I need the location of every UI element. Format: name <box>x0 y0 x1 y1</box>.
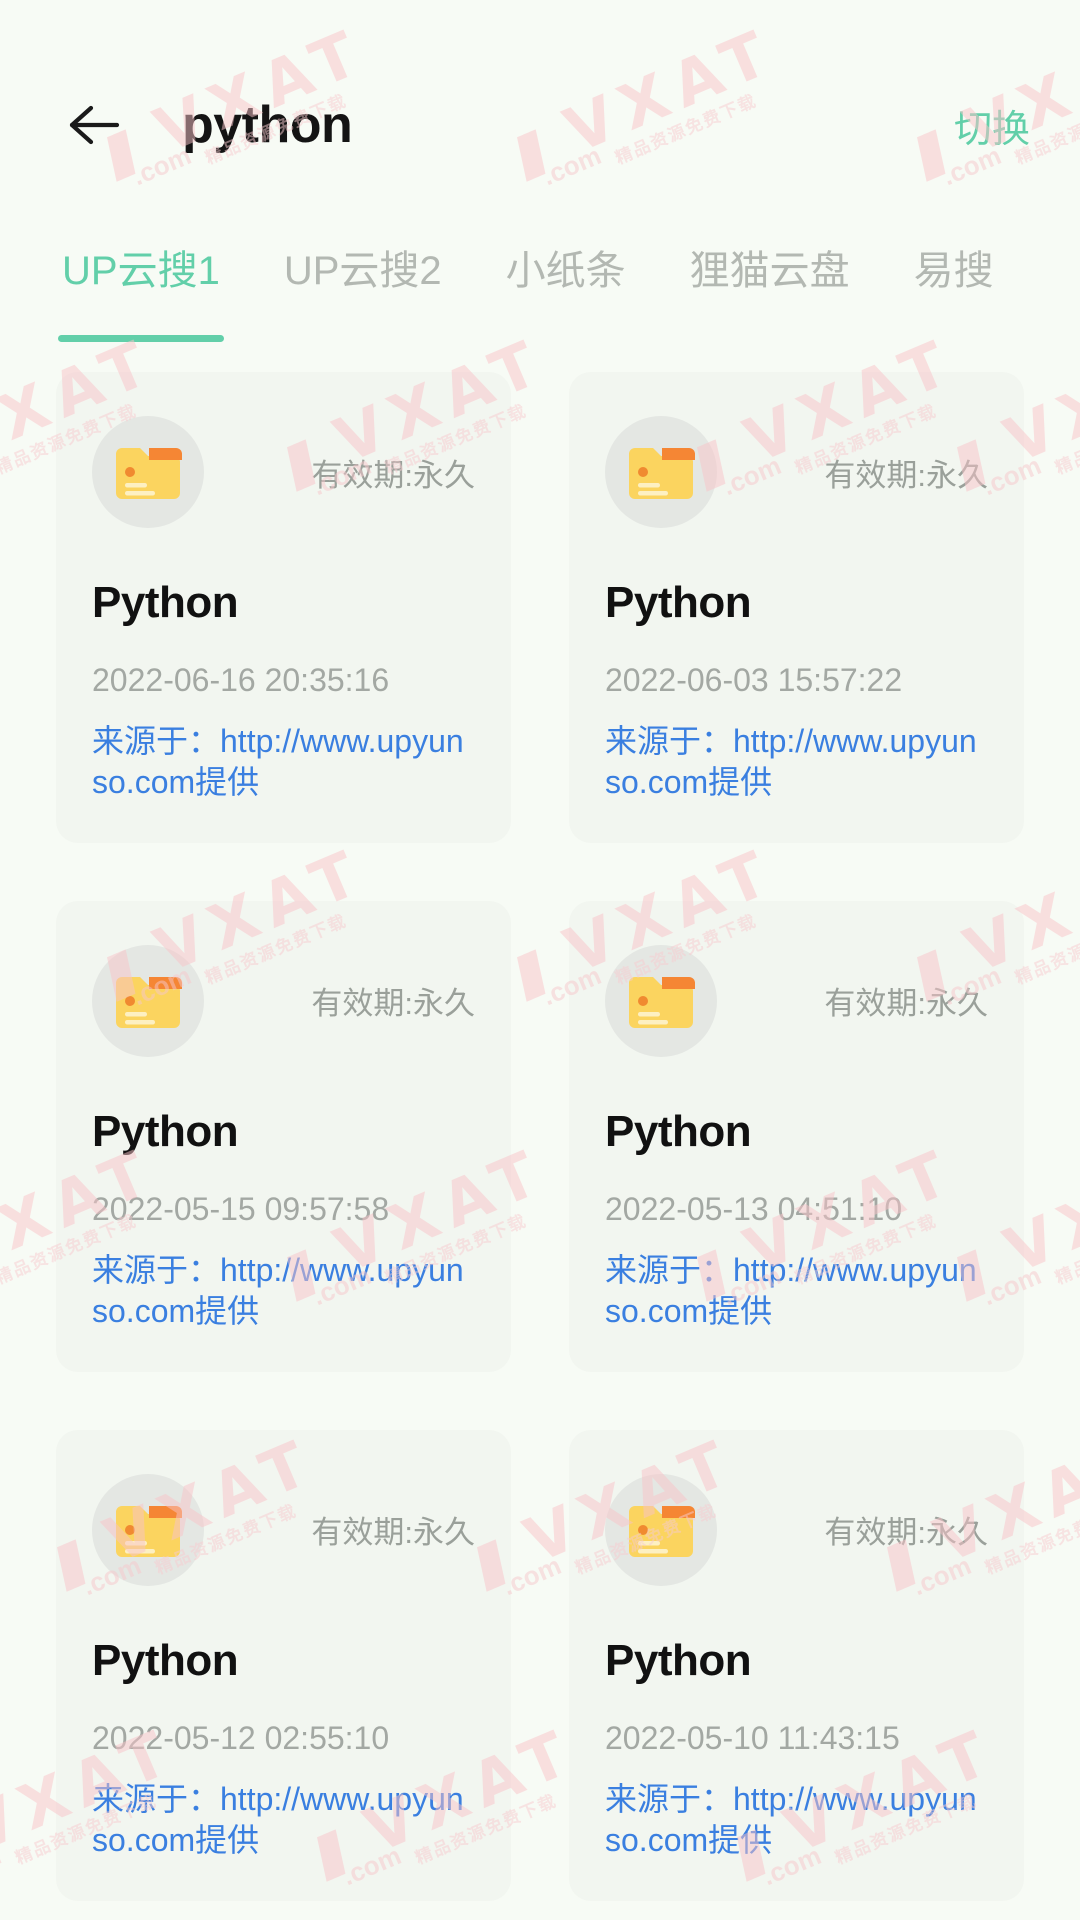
card-date: 2022-05-13 04:51:10 <box>605 1190 903 1227</box>
validity-label: 有效期:永久 <box>311 457 475 493</box>
tab-label: 狸猫云盘 <box>689 250 850 293</box>
tab-3[interactable]: 狸猫云盘 <box>658 250 882 360</box>
result-card[interactable]: 有效期:永久 Python 2022-06-16 20:35:16 来源于：http:… <box>56 372 511 843</box>
card-title: Python <box>92 1635 239 1685</box>
card-date: 2022-05-12 02:55:10 <box>92 1719 390 1756</box>
validity-label: 有效期:永久 <box>824 1515 988 1551</box>
folder-icon <box>92 944 204 1057</box>
tab-1[interactable]: UP云搜2 <box>252 250 474 360</box>
folder-icon <box>92 1473 204 1586</box>
card-header-row: 有效期:永久 <box>605 416 988 528</box>
card-header-row: 有效期:永久 <box>92 1473 475 1586</box>
card-date: 2022-05-10 11:43:15 <box>605 1719 900 1756</box>
tab-0[interactable]: UP云搜1 <box>30 250 252 360</box>
card-source-link[interactable]: 来源于：http://www.upyunso.com提供 <box>92 721 475 803</box>
card-source-link[interactable]: 来源于：http://www.upyunso.com提供 <box>605 721 988 803</box>
tab-2[interactable]: 小纸条 <box>474 250 658 360</box>
tab-label: UP云搜2 <box>283 250 442 293</box>
card-date: 2022-05-15 09:57:58 <box>92 1190 390 1227</box>
card-source-link[interactable]: 来源于：http://www.upyunso.com提供 <box>92 1779 475 1861</box>
folder-icon <box>605 944 717 1057</box>
card-title: Python <box>605 1635 752 1685</box>
card-title: Python <box>92 578 239 627</box>
tab-label: 易搜 <box>913 250 994 293</box>
tab-active-underline <box>502 335 630 342</box>
card-title: Python <box>605 1106 752 1156</box>
page-title: python <box>182 96 353 154</box>
tab-label: UP云搜1 <box>62 250 220 293</box>
tab-active-underline <box>58 335 224 342</box>
validity-label: 有效期:永久 <box>824 457 988 493</box>
tab-active-underline <box>686 335 854 342</box>
card-header-row: 有效期:永久 <box>92 944 475 1057</box>
folder-icon <box>605 1473 717 1586</box>
app-header: python 切换 <box>0 0 1080 250</box>
back-button[interactable] <box>56 88 130 162</box>
card-title: Python <box>92 1106 239 1156</box>
switch-button[interactable]: 切换 <box>950 88 1034 163</box>
validity-label: 有效期:永久 <box>311 986 475 1022</box>
tab-4[interactable]: 易搜 <box>882 250 1026 360</box>
card-header-row: 有效期:永久 <box>605 1473 988 1586</box>
tab-active-underline <box>280 335 446 342</box>
result-card[interactable]: 有效期:永久 Python 2022-05-12 02:55:10 来源于：http:… <box>56 1429 511 1901</box>
arrow-left-icon <box>65 102 121 148</box>
result-card[interactable]: 有效期:永久 Python 2022-05-15 09:57:58 来源于：http:… <box>56 900 511 1372</box>
card-header-row: 有效期:永久 <box>92 416 475 528</box>
results-grid: 有效期:永久 Python 2022-06-16 20:35:16 来源于：http:… <box>0 360 1080 1901</box>
folder-icon <box>92 416 204 528</box>
tab-label: 小纸条 <box>505 250 626 293</box>
card-date: 2022-06-03 15:57:22 <box>605 662 903 698</box>
card-source-link[interactable]: 来源于：http://www.upyunso.com提供 <box>605 1250 988 1332</box>
validity-label: 有效期:永久 <box>824 986 988 1022</box>
result-card[interactable]: 有效期:永久 Python 2022-05-10 11:43:15 来源于：http:… <box>569 1429 1024 1901</box>
card-source-link[interactable]: 来源于：http://www.upyunso.com提供 <box>605 1779 988 1861</box>
validity-label: 有效期:永久 <box>311 1515 475 1551</box>
result-card[interactable]: 有效期:永久 Python 2022-06-03 15:57:22 来源于：http:… <box>569 372 1024 843</box>
result-card[interactable]: 有效期:永久 Python 2022-05-13 04:51:10 来源于：http:… <box>569 900 1024 1372</box>
card-date: 2022-06-16 20:35:16 <box>92 662 390 698</box>
tab-active-underline <box>910 335 998 342</box>
card-source-link[interactable]: 来源于：http://www.upyunso.com提供 <box>92 1250 475 1332</box>
folder-icon <box>605 416 717 528</box>
card-header-row: 有效期:永久 <box>605 944 988 1057</box>
tab-bar: UP云搜1 UP云搜2 小纸条 狸猫云盘 易搜 <box>0 250 1080 360</box>
card-title: Python <box>605 578 752 627</box>
